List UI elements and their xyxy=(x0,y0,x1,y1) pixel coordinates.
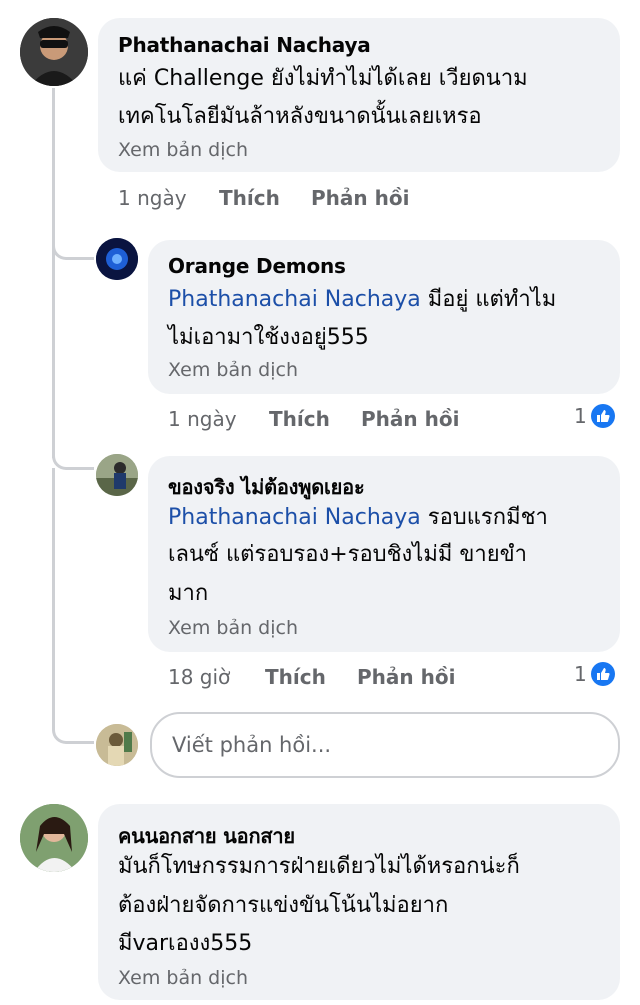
translate-link[interactable]: Xem bản dịch xyxy=(168,359,298,381)
reaction-number: 1 xyxy=(574,404,587,428)
thread-line xyxy=(52,468,55,718)
reaction-count[interactable]: 1 xyxy=(574,662,615,686)
comment-time[interactable]: 1 ngày xyxy=(118,186,187,210)
comment-text: เทคโนโลยีมันล้าหลังขนาดนั้นเลยเหรอ xyxy=(118,104,482,129)
comment-time[interactable]: 18 giờ xyxy=(168,665,230,689)
comment-text: มันก็โทษกรรมการฝ่ายเดียวไม่ได้หรอกน่ะก็ xyxy=(118,854,520,879)
reply-input-box[interactable] xyxy=(150,712,620,778)
thread-line xyxy=(52,258,55,458)
like-button[interactable]: Thích xyxy=(269,407,330,431)
avatar-image xyxy=(96,724,138,766)
thread-connector xyxy=(52,712,94,744)
comment-actions: 1 ngày Thích Phản hồi xyxy=(168,407,468,433)
comment-author[interactable]: Phathanachai Nachaya xyxy=(118,33,371,57)
like-reaction-icon xyxy=(590,404,615,428)
reply-button[interactable]: Phản hồi xyxy=(311,186,409,210)
current-user-avatar xyxy=(96,724,138,766)
reaction-count[interactable]: 1 xyxy=(574,404,615,428)
comment-text: ต้องฝ่ายจัดการแข่งขันโน้นไม่อยาก xyxy=(118,893,449,918)
translate-link[interactable]: Xem bản dịch xyxy=(118,967,248,989)
comment-text: มีvarเองง555 xyxy=(118,931,253,956)
reply-button[interactable]: Phản hồi xyxy=(361,407,459,431)
avatar[interactable] xyxy=(20,804,88,872)
mention-link[interactable]: Phathanachai Nachaya xyxy=(168,505,421,530)
translate-link[interactable]: Xem bản dịch xyxy=(168,617,298,639)
comment-text: มาก xyxy=(168,581,209,606)
comment-author[interactable]: Orange Demons xyxy=(168,254,346,278)
comment-text: เลนซ์ แต่รอบรอง+รอบชิงไม่มี ขายขำ xyxy=(168,542,528,567)
thread-connector xyxy=(52,440,94,470)
avatar[interactable] xyxy=(96,238,138,280)
comment-text: Phathanachai Nachaya รอบแรกมีชา xyxy=(168,499,548,537)
reaction-number: 1 xyxy=(574,662,587,686)
comment-text: ไม่เอามาใช้งงอยู่555 xyxy=(168,325,369,350)
avatar-image xyxy=(96,238,138,280)
thread-connector xyxy=(52,230,94,260)
comment-text-rest: มีอยู่ แต่ทำไม xyxy=(420,287,557,312)
like-button[interactable]: Thích xyxy=(265,665,326,689)
reply-input[interactable] xyxy=(152,714,618,776)
avatar-image xyxy=(20,804,88,872)
avatar-image xyxy=(96,454,138,496)
comment-actions: 18 giờ Thích Phản hồi xyxy=(168,665,468,691)
like-reaction-icon xyxy=(590,662,615,686)
comment-text: Phathanachai Nachaya มีอยู่ แต่ทำไม xyxy=(168,281,556,319)
like-button[interactable]: Thích xyxy=(219,186,280,210)
comment-text-rest: รอบแรกมีชา xyxy=(420,505,548,530)
reply-button[interactable]: Phản hồi xyxy=(357,665,455,689)
avatar[interactable] xyxy=(96,454,138,496)
comment-time[interactable]: 1 ngày xyxy=(168,407,237,431)
translate-link[interactable]: Xem bản dịch xyxy=(118,139,248,161)
avatar-image xyxy=(20,18,88,86)
comment-text: แค่ Challenge ยังไม่ทำไม่ได้เลย เวียดนาม xyxy=(118,66,528,91)
avatar[interactable] xyxy=(20,18,88,86)
comment-actions: 1 ngày Thích Phản hồi xyxy=(118,186,418,212)
mention-link[interactable]: Phathanachai Nachaya xyxy=(168,287,421,312)
